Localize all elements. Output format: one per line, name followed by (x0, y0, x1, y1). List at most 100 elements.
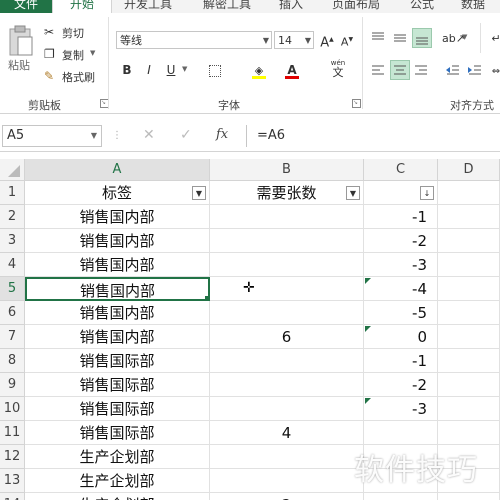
row-header[interactable]: 11 (0, 421, 25, 445)
cell-c3[interactable]: -2 (364, 229, 438, 253)
merge-center-button[interactable]: ⇔ (487, 61, 500, 79)
tab-developer[interactable]: 开发工具 (124, 0, 172, 13)
cell-d9[interactable] (438, 373, 500, 397)
tab-page-layout[interactable]: 页面布局 (332, 0, 380, 13)
cell-b14[interactable]: 2 (210, 493, 364, 500)
increase-indent-button[interactable] (466, 61, 484, 79)
row-header[interactable]: 2 (0, 205, 25, 229)
tab-file[interactable]: 文件 (0, 0, 52, 13)
tab-formulas[interactable]: 公式 (410, 0, 434, 13)
row-header[interactable]: 12 (0, 445, 25, 469)
cell-b11[interactable]: 4 (210, 421, 364, 445)
align-right-button[interactable] (412, 61, 430, 79)
align-left-button[interactable] (369, 61, 387, 79)
cell-d8[interactable] (438, 349, 500, 373)
cell-d7[interactable] (438, 325, 500, 349)
formula-input[interactable]: =A6 (246, 125, 500, 147)
filter-dropdown-icon[interactable]: ▼ (346, 186, 360, 200)
cell-b2[interactable] (210, 205, 364, 229)
column-header-d[interactable]: D (438, 159, 500, 181)
row-header[interactable]: 6 (0, 301, 25, 325)
phonetic-button[interactable]: wén 文 (326, 59, 350, 81)
cell-b10[interactable] (210, 397, 364, 421)
cell-c9[interactable]: -2 (364, 373, 438, 397)
cell-c10[interactable]: -3 (364, 397, 438, 421)
cell-a14[interactable]: 生产企划部 (25, 493, 210, 500)
cell-b9[interactable] (210, 373, 364, 397)
header-cell-b[interactable]: 需要张数 ▼ (210, 181, 364, 205)
cell-b7[interactable]: 6 (210, 325, 364, 349)
underline-button[interactable]: U (162, 61, 180, 79)
align-middle-button[interactable] (391, 29, 409, 47)
cell-d14[interactable] (438, 493, 500, 500)
header-cell-d[interactable] (438, 181, 500, 205)
cell-b5[interactable] (210, 277, 364, 301)
row-header[interactable]: 7 (0, 325, 25, 349)
tab-decrypt[interactable]: 解密工具 (203, 0, 251, 13)
cell-c14[interactable] (364, 493, 438, 500)
cell-d2[interactable] (438, 205, 500, 229)
borders-button[interactable] (206, 61, 224, 79)
cell-a11[interactable]: 销售国际部 (25, 421, 210, 445)
cell-c7[interactable]: 0 (364, 325, 438, 349)
cell-a7[interactable]: 销售国内部 (25, 325, 210, 349)
row-header[interactable]: 5 (0, 277, 25, 301)
cell-b12[interactable] (210, 445, 364, 469)
select-all-button[interactable] (0, 159, 25, 181)
cell-a10[interactable]: 销售国际部 (25, 397, 210, 421)
cell-c11[interactable] (364, 421, 438, 445)
font-name-select[interactable]: 等线 ▼ (116, 31, 272, 49)
decrease-indent-button[interactable] (444, 61, 462, 79)
cell-d4[interactable] (438, 253, 500, 277)
filter-dropdown-icon[interactable]: ▼ (192, 186, 206, 200)
cell-a13[interactable]: 生产企划部 (25, 469, 210, 493)
cell-d3[interactable] (438, 229, 500, 253)
orientation-button[interactable]: ab↗ (442, 29, 465, 47)
cell-b8[interactable] (210, 349, 364, 373)
tab-data[interactable]: 数据 (461, 0, 485, 13)
row-header[interactable]: 4 (0, 253, 25, 277)
cell-c2[interactable]: -1 (364, 205, 438, 229)
cell-d5[interactable] (438, 277, 500, 301)
column-header-b[interactable]: B (210, 159, 364, 181)
cell-c8[interactable]: -1 (364, 349, 438, 373)
fill-color-button[interactable]: ◈ (250, 61, 268, 79)
cancel-icon[interactable]: ✕ (143, 127, 155, 143)
shrink-font-button[interactable]: A▼ (338, 31, 356, 49)
cell-c4[interactable]: -3 (364, 253, 438, 277)
cell-b3[interactable] (210, 229, 364, 253)
cell-a9[interactable]: 销售国际部 (25, 373, 210, 397)
cell-a5[interactable]: 销售国内部 (25, 277, 210, 301)
cell-a8[interactable]: 销售国际部 (25, 349, 210, 373)
cell-a2[interactable]: 销售国内部 (25, 205, 210, 229)
tab-home[interactable]: 开始 (52, 0, 112, 13)
enter-icon[interactable]: ✓ (180, 127, 192, 143)
insert-function-button[interactable]: fx (216, 127, 228, 142)
row-header[interactable]: 9 (0, 373, 25, 397)
cell-a12[interactable]: 生产企划部 (25, 445, 210, 469)
sort-filter-icon[interactable]: ↓ (420, 186, 434, 200)
italic-button[interactable]: I (140, 61, 158, 79)
column-header-c[interactable]: C (364, 159, 438, 181)
row-header[interactable]: 14 (0, 493, 25, 500)
align-top-button[interactable] (369, 29, 387, 47)
cell-d11[interactable] (438, 421, 500, 445)
align-bottom-button[interactable] (412, 28, 432, 48)
cell-a6[interactable]: 销售国内部 (25, 301, 210, 325)
paste-button[interactable] (8, 25, 34, 57)
wrap-text-button[interactable]: ↵ (487, 29, 500, 47)
cell-c6[interactable]: -5 (364, 301, 438, 325)
name-box[interactable]: A5 ▼ (2, 125, 102, 147)
bold-button[interactable]: B (118, 61, 136, 79)
cell-a4[interactable]: 销售国内部 (25, 253, 210, 277)
cell-d10[interactable] (438, 397, 500, 421)
cell-b4[interactable] (210, 253, 364, 277)
row-header[interactable]: 1 (0, 181, 25, 205)
grow-font-button[interactable]: A▲ (318, 31, 336, 50)
row-header[interactable]: 13 (0, 469, 25, 493)
column-header-a[interactable]: A (25, 159, 210, 181)
cell-b6[interactable] (210, 301, 364, 325)
tab-insert[interactable]: 插入 (279, 0, 303, 13)
header-cell-a[interactable]: 标签 ▼ (25, 181, 210, 205)
row-header[interactable]: 10 (0, 397, 25, 421)
